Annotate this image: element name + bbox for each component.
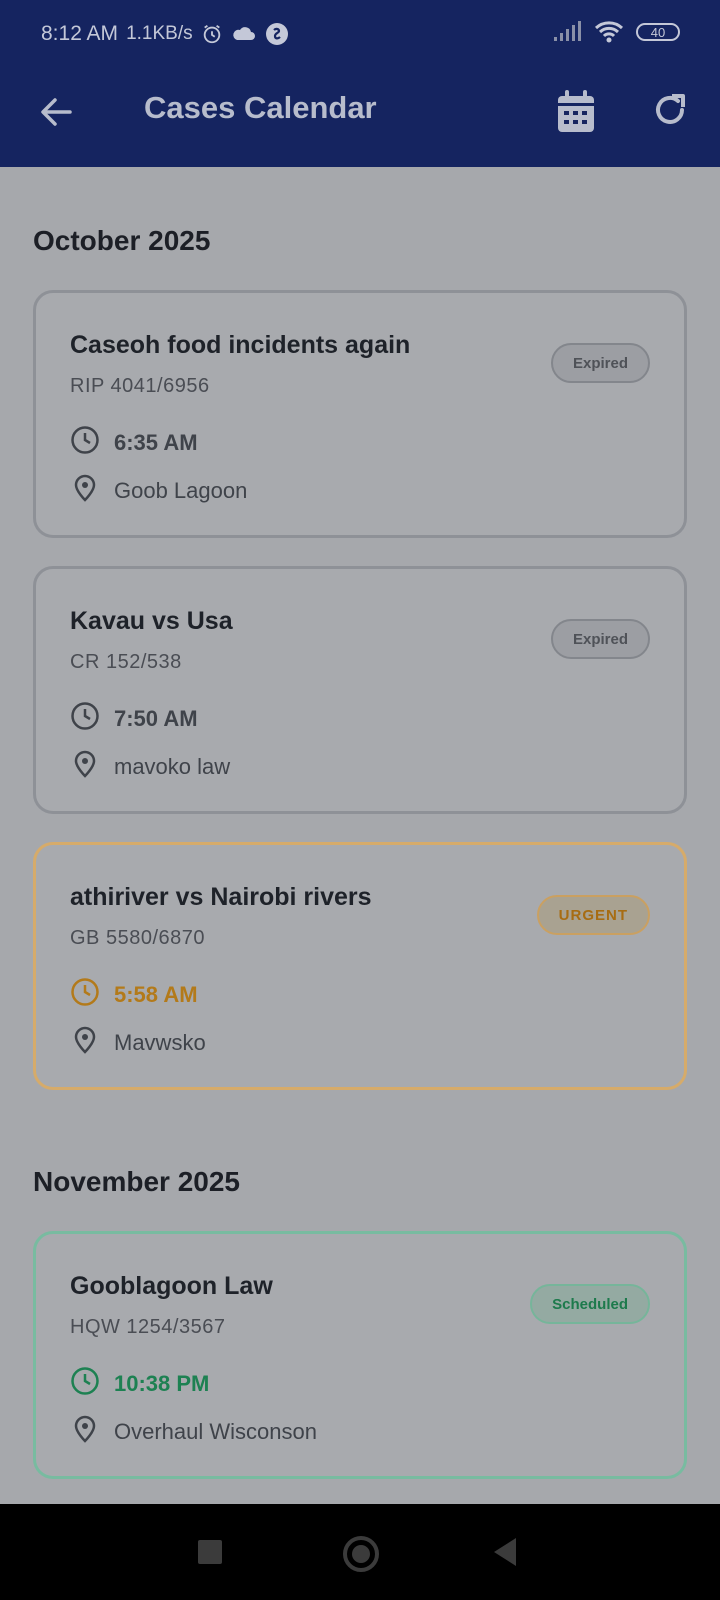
location-pin-icon (70, 1414, 100, 1450)
app-bar: Cases Calendar (0, 72, 720, 167)
case-location: Goob Lagoon (114, 478, 248, 503)
case-location: Overhaul Wisconson (114, 1419, 317, 1444)
battery-level: 40 (650, 24, 666, 40)
status-right: 40 (552, 20, 680, 44)
month-header: November 2025 (33, 1166, 241, 1197)
case-time-row: 7:50 AM (70, 701, 198, 737)
case-time-row: 10:38 PM (70, 1366, 209, 1402)
refresh-icon[interactable] (650, 90, 690, 135)
case-title: Caseoh food incidents again (70, 331, 411, 359)
calendar-icon[interactable] (556, 90, 596, 139)
case-location-row: mavoko law (70, 749, 230, 785)
home-button[interactable] (343, 1536, 379, 1572)
case-number: RIP 4041/6956 (70, 375, 210, 397)
location-pin-icon (70, 473, 100, 509)
case-time-row: 6:35 AM (70, 425, 198, 461)
status-time: 8:12 AM (41, 22, 119, 45)
status-badge: Scheduled (530, 1284, 650, 1324)
signal-icon (552, 21, 582, 43)
recents-button[interactable] (198, 1540, 222, 1564)
month-header: October 2025 (33, 225, 211, 256)
case-title: athiriver vs Nairobi rivers (70, 883, 372, 911)
network-speed: 1.1KB/s (126, 23, 193, 44)
shazam-icon (265, 22, 289, 46)
location-pin-icon (70, 1025, 100, 1061)
case-location: mavoko law (114, 754, 231, 779)
case-card[interactable]: Caseoh food incidents again RIP 4041/695… (33, 290, 687, 538)
case-title: Kavau vs Usa (70, 607, 233, 635)
status-bar: 8:12 AM 1.1KB/s 40 (0, 0, 720, 72)
case-time: 5:58 AM (114, 982, 198, 1007)
battery-icon: 40 (636, 23, 680, 41)
clock-icon (70, 701, 100, 737)
case-time: 7:50 AM (114, 706, 198, 731)
status-badge: Expired (550, 343, 650, 383)
clock-icon (70, 425, 100, 461)
case-number: CR 152/538 (70, 651, 182, 673)
back-button[interactable] (494, 1538, 516, 1566)
case-time: 10:38 PM (114, 1371, 210, 1396)
case-time-row: 5:58 AM (70, 977, 198, 1013)
page-title: Cases Calendar (144, 90, 377, 125)
location-pin-icon (70, 749, 100, 785)
case-location-row: Mavwsko (70, 1025, 206, 1061)
alarm-icon (201, 23, 223, 45)
case-title: Gooblagoon Law (70, 1272, 273, 1300)
system-nav-bar (0, 1504, 720, 1600)
case-location: Mavwsko (114, 1030, 206, 1055)
case-location-row: Overhaul Wisconson (70, 1414, 317, 1450)
case-time: 6:35 AM (114, 430, 198, 455)
status-left: 8:12 AM 1.1KB/s (41, 22, 289, 46)
case-location-row: Goob Lagoon (70, 473, 247, 509)
clock-icon (70, 1366, 100, 1402)
status-badge: URGENT (536, 895, 650, 935)
case-number: GB 5580/6870 (70, 927, 205, 949)
case-card[interactable]: athiriver vs Nairobi rivers GB 5580/6870… (33, 842, 687, 1090)
wifi-icon (594, 20, 624, 44)
clock-icon (70, 977, 100, 1013)
case-card[interactable]: Kavau vs Usa CR 152/538 7:50 AM mavoko l… (33, 566, 687, 814)
back-arrow-icon[interactable] (36, 92, 76, 132)
status-badge: Expired (550, 619, 650, 659)
cloud-icon (231, 24, 257, 44)
case-number: HQW 1254/3567 (70, 1316, 226, 1338)
case-card[interactable]: Gooblagoon Law HQW 1254/3567 10:38 PM Ov… (33, 1231, 687, 1479)
